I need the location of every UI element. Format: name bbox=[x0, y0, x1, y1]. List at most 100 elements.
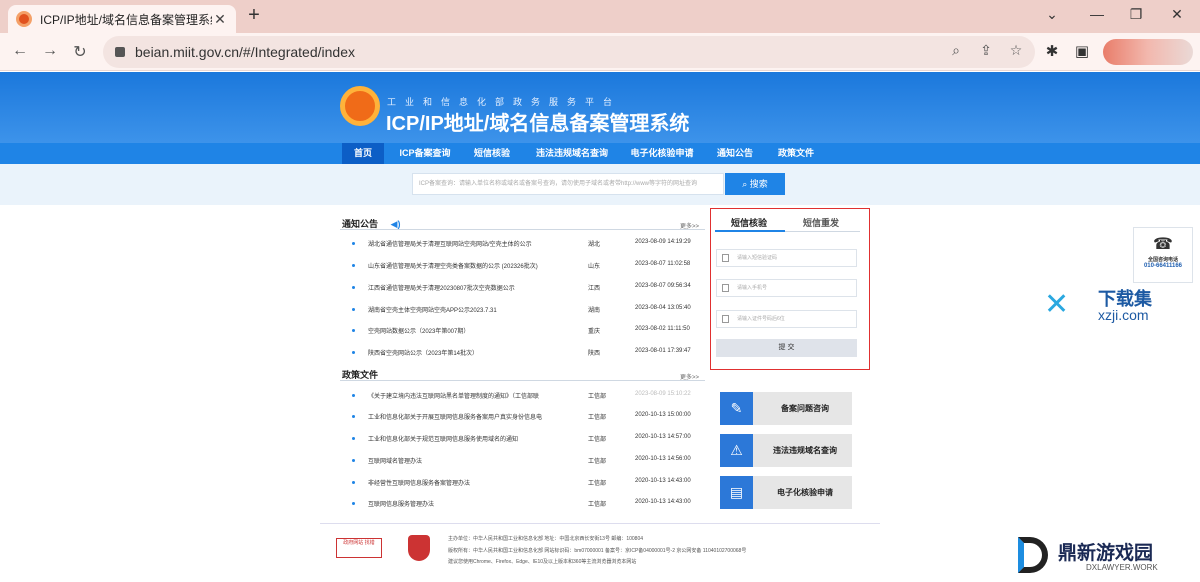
notices-heading-label: 通知公告 bbox=[342, 219, 379, 229]
bullet-icon bbox=[352, 242, 355, 245]
nav-icp-query[interactable]: ICP备案查询 bbox=[392, 143, 458, 164]
zoom-icon[interactable]: ⌕ bbox=[946, 42, 966, 59]
address-bar[interactable]: beian.miit.gov.cn/#/Integrated/index bbox=[103, 36, 1035, 68]
notice-title[interactable]: 湖南省空壳主体空壳网站空壳APP公示2023.7.31 bbox=[368, 305, 497, 314]
new-tab-icon[interactable]: + bbox=[244, 4, 264, 27]
id-card-icon bbox=[722, 315, 729, 323]
policy-row[interactable]: 互联网域名管理办法 工信部 2020-10-13 14:56:00 bbox=[352, 455, 704, 469]
back-icon[interactable]: ← bbox=[10, 42, 30, 60]
side-panel-icon[interactable]: ▣ bbox=[1072, 42, 1092, 60]
submit-button[interactable]: 提 交 bbox=[716, 339, 857, 357]
policy-region: 工信部 bbox=[588, 437, 607, 443]
policy-row[interactable]: 《关于建立境内违法互联网站黑名单管理制度的通知》（工信部联 工信部 2023-08-… bbox=[352, 390, 704, 404]
tab-divider bbox=[785, 231, 860, 232]
restore-icon[interactable]: ❐ bbox=[1126, 6, 1146, 23]
gov-site-badge[interactable]: 政府网站 找错 bbox=[336, 538, 382, 558]
phone-input[interactable]: 请输入手机号 bbox=[716, 279, 857, 297]
nav-e-verify[interactable]: 电子化核验申请 bbox=[626, 143, 698, 164]
notice-title[interactable]: 江西省通信管理局关于清理20230807批次空壳数据公示 bbox=[368, 283, 515, 292]
illegal-domain-button[interactable]: ⚠ 违法违规域名查询 bbox=[720, 434, 852, 467]
policy-row[interactable]: 工业和信息化部关于开展互联网信息服务备案用户真实身份信息电 工信部 2020-10-… bbox=[352, 411, 704, 425]
notice-row[interactable]: 江西省通信管理局关于清理20230807批次空壳数据公示 江西 2023-08-07… bbox=[352, 282, 704, 296]
close-tab-icon[interactable]: ✕ bbox=[212, 11, 228, 28]
active-tab-indicator bbox=[715, 230, 785, 232]
policy-title[interactable]: 互联网域名管理办法 bbox=[368, 456, 422, 465]
site-banner: 工业和信息化部政务服务平台 ICP/IP地址/域名信息备案管理系统 bbox=[0, 72, 1200, 143]
filing-consult-button[interactable]: ✎ 备案问题咨询 bbox=[720, 392, 852, 425]
notice-date: 2023-08-07 09:56:34 bbox=[635, 283, 691, 289]
notice-date: 2023-08-02 11:11:50 bbox=[635, 326, 690, 332]
extensions-puzzle-icon[interactable]: ✱ bbox=[1042, 42, 1062, 60]
notice-title[interactable]: 湖北省通信管理局关于清理互联网站空壳网站/空壳主体的公示 bbox=[368, 239, 532, 248]
tab-sms-verify[interactable]: 短信核验 bbox=[731, 216, 767, 229]
policy-title[interactable]: 工业和信息化部关于规范互联网信息服务使用域名的通知 bbox=[368, 434, 518, 443]
nav-illegal-domain[interactable]: 违法违规域名查询 bbox=[528, 143, 616, 164]
hotline-widget[interactable]: ☎ 全国咨询电话 010-66411166 bbox=[1133, 227, 1193, 283]
close-window-icon[interactable]: ✕ bbox=[1167, 6, 1187, 23]
notice-row[interactable]: 空壳网站数据公示（2023年第007期） 重庆 2023-08-02 11:11:5… bbox=[352, 325, 704, 339]
notice-title[interactable]: 山东省通信管理局关于清理空壳类备案数据的公示 (202326批次) bbox=[368, 261, 538, 270]
tab-sms-resend[interactable]: 短信重发 bbox=[803, 216, 839, 229]
notice-title[interactable]: 空壳网站数据公示（2023年第007期） bbox=[368, 326, 469, 335]
nav-policies[interactable]: 政策文件 bbox=[770, 143, 822, 164]
nav-sms-verify[interactable]: 短信核验 bbox=[466, 143, 518, 164]
policy-date: 2020-10-13 14:43:00 bbox=[635, 499, 691, 505]
browser-tab[interactable]: ICP/IP地址/域名信息备案管理系统 ✕ bbox=[8, 5, 236, 33]
filing-consult-label: 备案问题咨询 bbox=[781, 404, 829, 413]
address-url[interactable]: beian.miit.gov.cn/#/Integrated/index bbox=[135, 44, 355, 60]
search-button[interactable]: ⌕ 搜索 bbox=[725, 173, 785, 195]
policy-title[interactable]: 《关于建立境内违法互联网站黑名单管理制度的通知》（工信部联 bbox=[368, 391, 539, 400]
e-verify-button[interactable]: ▤ 电子化核验申请 bbox=[720, 476, 852, 509]
main-nav: 首页 ICP备案查询 短信核验 违法违规域名查询 电子化核验申请 通知公告 政策… bbox=[0, 143, 1200, 164]
id-number-placeholder: 请输入证件号码后6位 bbox=[737, 316, 785, 322]
dx-watermark-text: 鼎新游戏园 bbox=[1058, 543, 1154, 564]
notice-row[interactable]: 湖南省空壳主体空壳网站空壳APP公示2023.7.31 湖南 2023-08-04 … bbox=[352, 304, 704, 318]
bullet-icon bbox=[352, 286, 355, 289]
tab-search-chevron-down-icon[interactable]: ⌄ bbox=[1042, 6, 1062, 23]
lock-icon bbox=[115, 47, 125, 57]
policy-row[interactable]: 工业和信息化部关于规范互联网信息服务使用域名的通知 工信部 2020-10-13 1… bbox=[352, 433, 704, 447]
footer-line-3: 建议您使用Chrome、Firefox、Edge、IE10及以上版本和360等主… bbox=[448, 559, 637, 565]
nav-notices[interactable]: 通知公告 bbox=[708, 143, 762, 164]
speaker-icon: ◀) bbox=[390, 219, 401, 229]
form-icon: ▤ bbox=[720, 476, 753, 509]
bullet-icon bbox=[352, 329, 355, 332]
reload-icon[interactable]: ↻ bbox=[70, 42, 90, 62]
policy-region: 工信部 bbox=[588, 415, 607, 421]
notice-row[interactable]: 陕西省空壳网站公示（2023年第14批次） 陕西 2023-08-01 17:39:… bbox=[352, 347, 704, 361]
tab-title: ICP/IP地址/域名信息备案管理系统 bbox=[40, 12, 212, 27]
phone-icon: ☎ bbox=[1153, 236, 1173, 253]
notice-row[interactable]: 湖北省通信管理局关于清理互联网站空壳网站/空壳主体的公示 湖北 2023-08-09… bbox=[352, 238, 704, 252]
bookmark-star-icon[interactable]: ☆ bbox=[1006, 42, 1026, 59]
policy-row[interactable]: 互联网信息服务管理办法 工信部 2020-10-13 14:43:00 bbox=[352, 498, 704, 512]
footer-line-1: 主办单位：中华人民共和国工业和信息化部 地址：中国北京西长安街13号 邮编：10… bbox=[448, 536, 644, 542]
icp-search-input[interactable]: ICP备案查询：请输入单位名称或域名或备案号查询，请勿使用子域名或者带http:… bbox=[412, 173, 724, 195]
notice-row[interactable]: 山东省通信管理局关于清理空壳类备案数据的公示 (202326批次) 山东 2023-… bbox=[352, 260, 704, 274]
xzji-logo-icon: ✕ bbox=[1044, 288, 1070, 321]
nav-home[interactable]: 首页 bbox=[342, 143, 384, 164]
profile-avatar[interactable] bbox=[1103, 39, 1193, 65]
id-number-input[interactable]: 请输入证件号码后6位 bbox=[716, 310, 857, 328]
dx-watermark-url: DXLAWYER.WORK bbox=[1086, 563, 1158, 572]
policy-title[interactable]: 工业和信息化部关于开展互联网信息服务备案用户真实身份信息电 bbox=[368, 412, 542, 421]
bullet-icon bbox=[352, 308, 355, 311]
forward-icon[interactable]: → bbox=[40, 42, 60, 60]
dx-logo-icon bbox=[1018, 537, 1048, 573]
minimize-icon[interactable]: — bbox=[1087, 6, 1107, 22]
search-button-label: 搜索 bbox=[749, 179, 768, 189]
policy-title[interactable]: 互联网信息服务管理办法 bbox=[368, 499, 434, 508]
bullet-icon bbox=[352, 394, 355, 397]
policy-date: 2020-10-13 14:43:00 bbox=[635, 478, 691, 484]
policy-row[interactable]: 非经营性互联网信息服务备案管理办法 工信部 2020-10-13 14:43:00 bbox=[352, 477, 704, 491]
share-icon[interactable]: ⇪ bbox=[976, 42, 996, 59]
policy-title[interactable]: 非经营性互联网信息服务备案管理办法 bbox=[368, 478, 470, 487]
notice-region: 江西 bbox=[588, 286, 601, 292]
hotline-label: 全国咨询电话 bbox=[1147, 257, 1178, 263]
bullet-icon bbox=[352, 459, 355, 462]
policy-date: 2020-10-13 14:57:00 bbox=[635, 434, 691, 440]
sms-code-input[interactable]: 请输入短信验证码 bbox=[716, 249, 857, 267]
consult-icon: ✎ bbox=[720, 392, 753, 425]
notice-date: 2023-08-07 11:02:58 bbox=[635, 261, 691, 267]
notice-title[interactable]: 陕西省空壳网站公示（2023年第14批次） bbox=[368, 348, 478, 357]
police-badge-icon[interactable] bbox=[408, 535, 430, 561]
